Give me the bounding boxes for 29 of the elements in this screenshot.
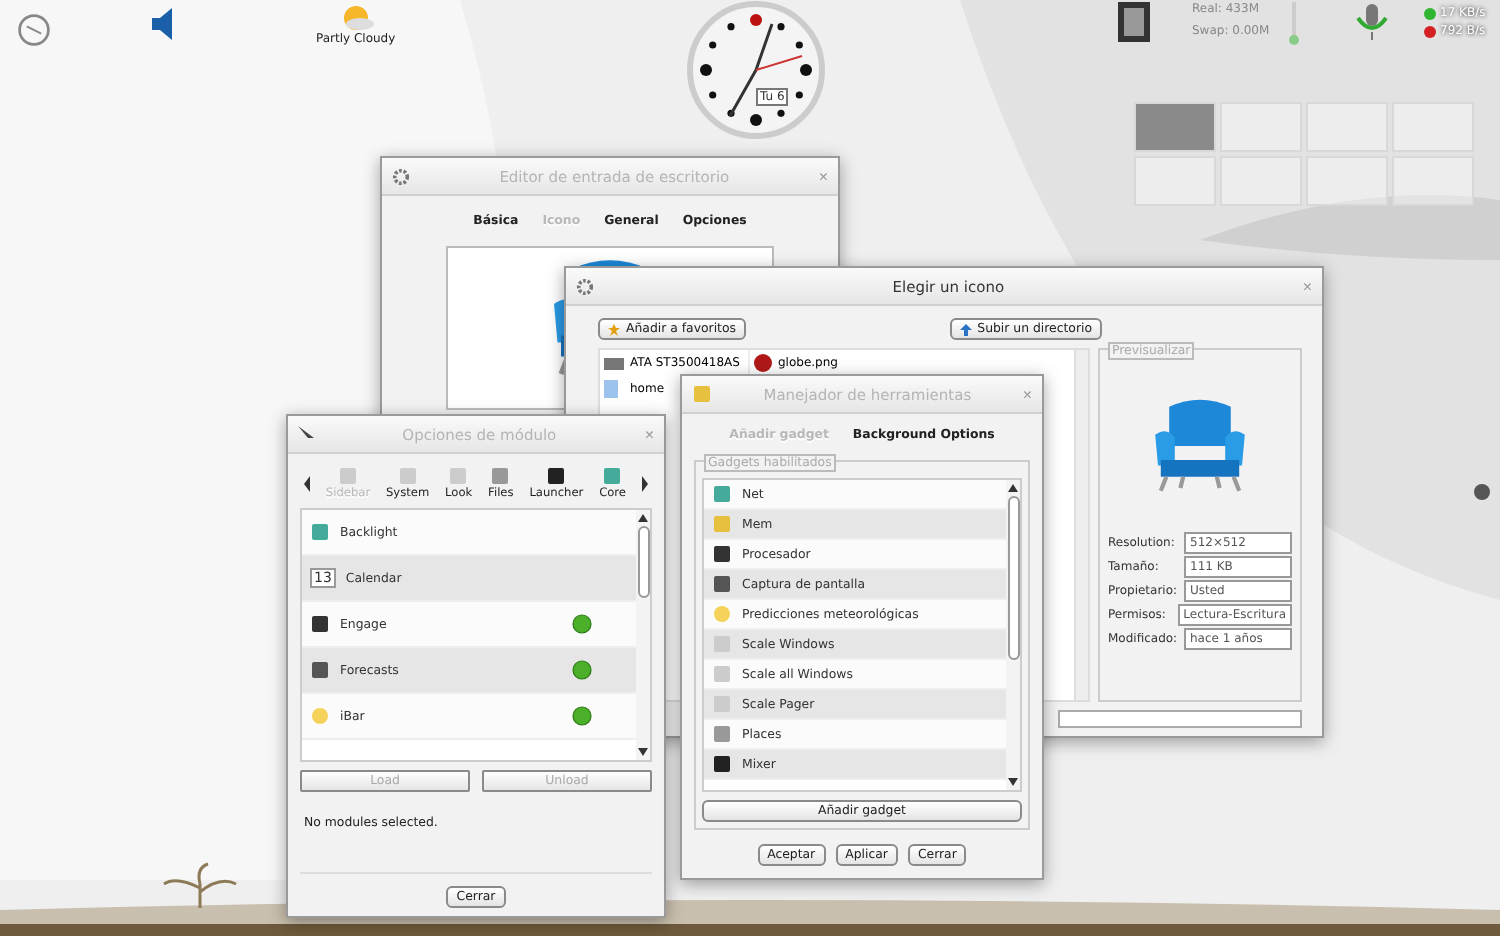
category-icon — [448, 466, 469, 486]
scrollbar[interactable] — [636, 510, 650, 760]
microphone-icon[interactable] — [1352, 2, 1392, 42]
module-icon — [310, 706, 330, 726]
speaker-icon[interactable] — [148, 4, 176, 44]
power-icon[interactable] — [16, 12, 52, 48]
filename-field[interactable] — [1058, 710, 1302, 728]
category-icon — [546, 466, 567, 486]
module-icon — [310, 614, 330, 634]
module-icon — [310, 522, 330, 542]
category-icon — [397, 466, 418, 486]
globe-icon — [754, 354, 772, 372]
category-icon — [602, 466, 623, 486]
pager-desktop[interactable] — [1134, 102, 1216, 152]
scrollbar[interactable] — [1006, 480, 1020, 790]
up-arrow-icon[interactable] — [638, 514, 648, 522]
category-icon — [490, 466, 511, 486]
tree-icon — [162, 862, 238, 910]
up-arrow-icon[interactable] — [1008, 484, 1018, 492]
clock-drawing — [686, 0, 826, 140]
thermometer-icon — [1288, 2, 1300, 46]
category-icon — [338, 466, 358, 486]
module-icon — [310, 660, 330, 680]
down-arrow-icon[interactable] — [638, 748, 648, 756]
left-arrow-icon[interactable] — [304, 475, 310, 491]
scrollbar[interactable] — [1074, 350, 1088, 700]
down-arrow-icon[interactable] — [1008, 778, 1018, 786]
right-arrow-icon[interactable] — [641, 475, 648, 491]
up-arrow-icon — [959, 323, 972, 335]
